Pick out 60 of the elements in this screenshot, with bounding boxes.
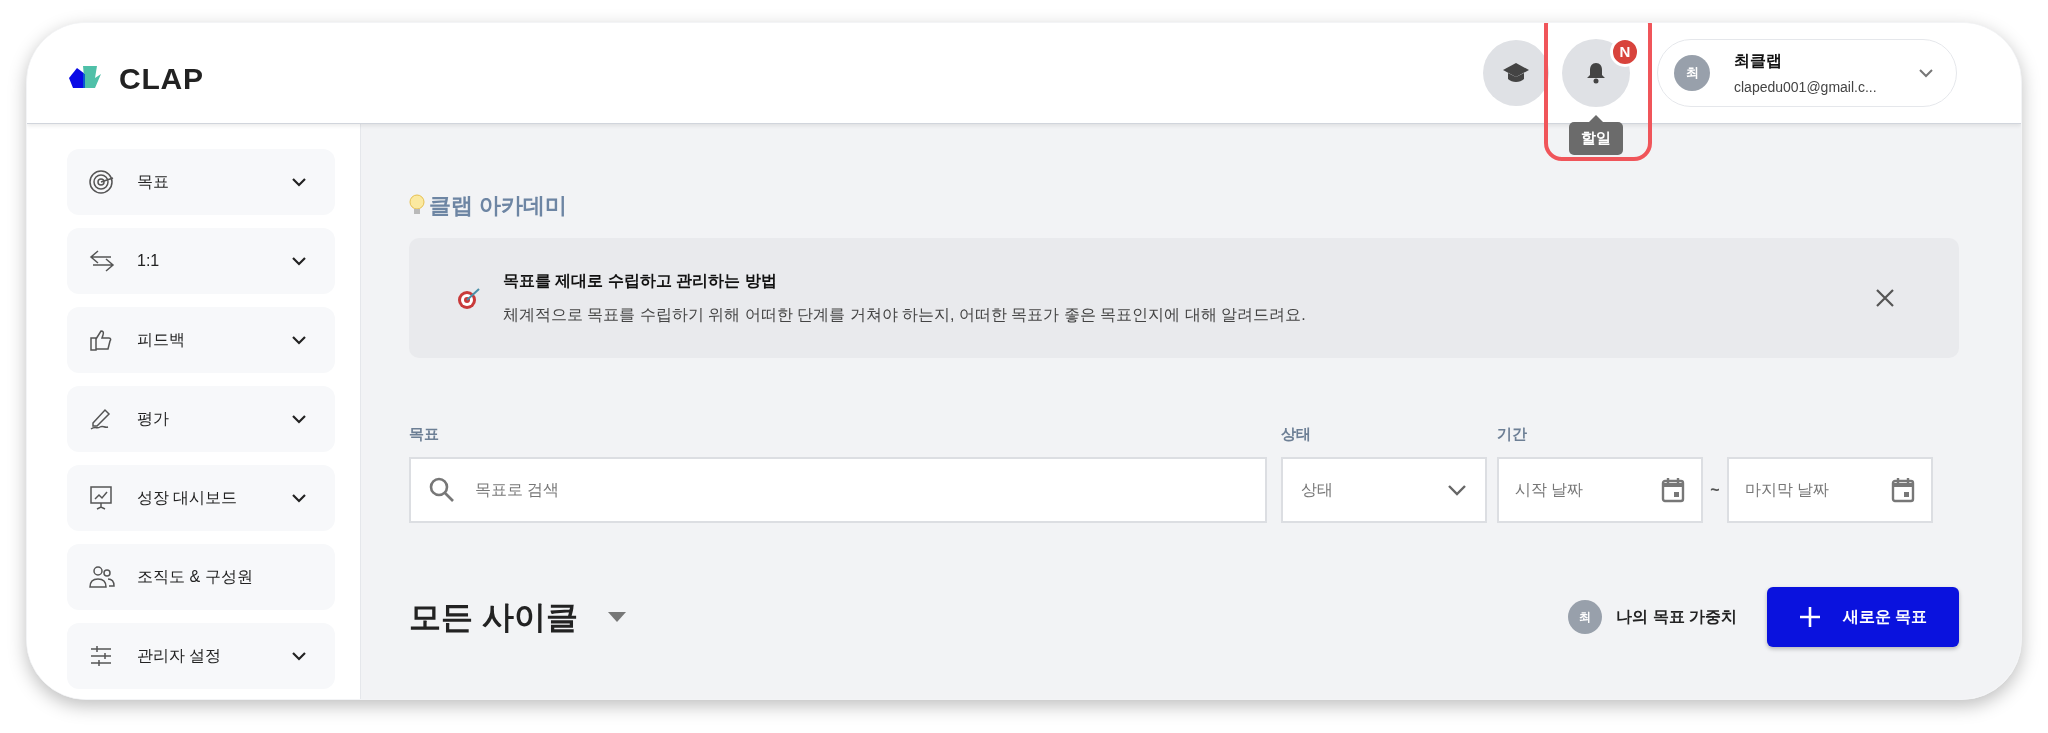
target-icon xyxy=(89,169,115,195)
calendar-icon xyxy=(1891,477,1915,503)
sidebar-item[interactable]: 조직도 & 구성원 xyxy=(67,544,335,610)
tooltip: 할일 xyxy=(1569,122,1623,155)
filter-label: 목표 xyxy=(409,424,440,444)
calendar-icon xyxy=(1661,477,1685,503)
sidebar-label: 조직도 & 구성원 xyxy=(137,567,254,587)
sidebar-item[interactable]: 피드백 xyxy=(67,307,335,373)
range-separator: ~ xyxy=(1709,480,1721,500)
end-date-field[interactable]: 마지막 날짜 xyxy=(1727,457,1933,523)
pen-icon xyxy=(89,407,113,431)
search-field[interactable]: 목표로 검색 xyxy=(409,457,1267,523)
user-avatar: 최 xyxy=(1674,55,1710,91)
select-placeholder: 상태 xyxy=(1301,480,1333,500)
notification-badge: N xyxy=(1610,37,1640,67)
date-placeholder: 시작 날짜 xyxy=(1515,480,1584,500)
filter-label: 상태 xyxy=(1281,424,1312,444)
sidebar-label: 성장 대시보드 xyxy=(137,488,239,508)
card-description: 체계적으로 목표를 수립하기 위해 어떠한 단계를 거쳐야 하는지, 어떠한 목표가 좋은 목표인지에 대해 알려드려요. xyxy=(503,305,1307,325)
filter-label: 기간 xyxy=(1497,424,1528,444)
graduation-cap-icon xyxy=(1502,62,1530,84)
sidebar-label: 평가 xyxy=(137,409,170,429)
cycle-title: 모든 사이클 xyxy=(409,598,578,637)
sliders-icon xyxy=(89,645,113,667)
plus-icon xyxy=(1798,606,1821,628)
bell-icon xyxy=(1586,62,1606,84)
sidebar-item[interactable]: 1:1 xyxy=(67,228,335,294)
sidebar-item[interactable]: 성장 대시보드 xyxy=(67,465,335,531)
goal-weight-link[interactable]: 나의 목표 가중치 xyxy=(1616,605,1737,629)
sidebar-label: 피드백 xyxy=(137,330,186,350)
close-icon[interactable] xyxy=(1875,288,1895,308)
section-title: 클랩 아카데미 xyxy=(429,191,568,220)
people-icon xyxy=(89,565,115,589)
sidebar-item[interactable]: 목표 xyxy=(67,149,335,215)
sidebar-label: 목표 xyxy=(137,172,170,192)
sidebar-item[interactable]: 평가 xyxy=(67,386,335,452)
user-menu[interactable]: 최 최클랩 clapedu001@gmail.c... xyxy=(1657,39,1957,107)
logo-text: CLAP xyxy=(119,60,204,97)
tooltip-arrow-icon xyxy=(1589,115,1603,122)
academy-card[interactable]: 목표를 제대로 수립하고 관리하는 방법 체계적으로 목표를 수립하기 위해 어떠한 단계를 거쳐야 하는지, 어떠한 목표가 좋은 목표인지에 대해 알려드려요. xyxy=(409,238,1959,358)
exchange-arrows-icon xyxy=(89,249,115,273)
date-placeholder: 마지막 날짜 xyxy=(1745,480,1830,500)
sidebar-label: 관리자 설정 xyxy=(137,646,223,666)
user-avatar: 최 xyxy=(1568,600,1603,634)
caret-down-icon[interactable] xyxy=(607,612,626,622)
sidebar-item[interactable]: 관리자 설정 xyxy=(67,623,335,689)
chevron-down-icon xyxy=(1918,68,1934,78)
user-name: 최클랩 xyxy=(1734,50,1783,71)
user-email: clapedu001@gmail.c... xyxy=(1734,77,1878,97)
start-date-field[interactable]: 시작 날짜 xyxy=(1497,457,1703,523)
status-select[interactable]: 상태 xyxy=(1281,457,1487,523)
new-goal-button[interactable]: 새로운 목표 xyxy=(1767,587,1959,647)
search-icon xyxy=(429,477,455,503)
dartboard-icon xyxy=(457,286,481,310)
sidebar-label: 1:1 xyxy=(137,251,161,271)
chevron-down-icon xyxy=(1447,484,1467,496)
presentation-board-icon xyxy=(89,485,113,511)
lightbulb-icon xyxy=(409,194,425,216)
card-title: 목표를 제대로 수립하고 관리하는 방법 xyxy=(503,271,778,291)
thumbs-up-icon xyxy=(89,328,113,352)
